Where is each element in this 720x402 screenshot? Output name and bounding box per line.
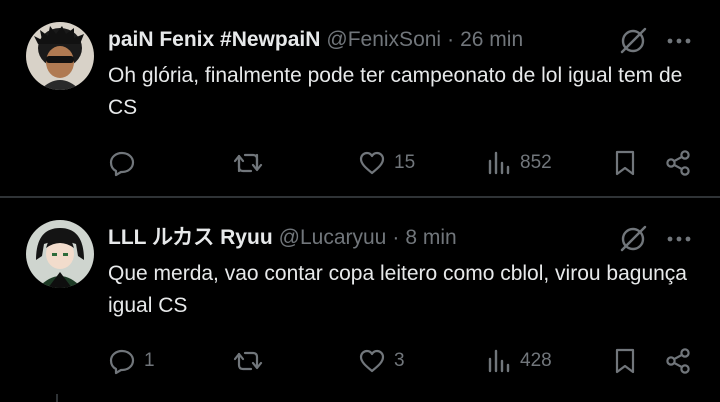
share-icon [666,150,690,176]
tweet-actions: 15 852 [108,146,698,180]
views-count: 428 [520,350,552,371]
reply-icon [109,349,135,375]
retweet-button[interactable] [232,344,272,378]
views-button[interactable]: 428 [486,344,552,378]
views-icon [488,151,510,175]
author-name[interactable]: LLL ルカス Ryuu [108,226,273,249]
grok-icon [620,225,647,252]
bookmark-icon [615,348,635,374]
timestamp[interactable]: 26 min [460,28,523,51]
tweet-text: Oh glória, finalmente pode ter campeonat… [108,64,683,119]
tweet[interactable]: LLL ルカス Ryuu @Lucaryuu · 8 min Que merda, v… [0,198,720,394]
share-button[interactable] [664,146,692,180]
separator-dot: · [392,226,400,249]
timestamp[interactable]: 8 min [405,226,456,249]
views-count: 852 [520,152,552,173]
share-button[interactable] [664,344,692,378]
author-handle[interactable]: @FenixSoni [326,28,441,51]
next-tweet-edge [0,394,720,402]
like-count: 15 [394,152,416,173]
grok-button[interactable] [614,22,652,60]
tweet[interactable]: paiN Fenix #NewpaiN @FenixSoni · 26 min Oh … [0,0,720,196]
bookmark-button[interactable] [612,146,638,180]
reply-button[interactable] [108,146,144,180]
like-icon [359,349,385,373]
more-icon [667,38,691,44]
tweet-text: Que merda, vao contar copa leitero como … [108,262,687,317]
like-button[interactable]: 3 [358,344,405,378]
author-handle[interactable]: @Lucaryuu [279,226,387,249]
more-icon [667,236,691,242]
like-button[interactable]: 15 [358,146,415,180]
retweet-icon [233,351,263,371]
more-options-button[interactable] [660,22,698,60]
tweet-header: paiN Fenix #NewpaiN @FenixSoni · 26 min [108,26,590,54]
reply-button[interactable]: 1 [108,344,155,378]
views-icon [488,349,510,373]
bookmark-icon [615,150,635,176]
separator-dot: · [447,28,455,51]
grok-icon [620,27,647,54]
reply-count: 1 [144,350,155,371]
like-icon [359,151,385,175]
avatar[interactable] [26,220,94,288]
tweet-header: LLL ルカス Ryuu @Lucaryuu · 8 min [108,224,590,252]
retweet-icon [233,153,263,173]
author-name[interactable]: paiN Fenix #NewpaiN [108,28,320,51]
grok-button[interactable] [614,220,652,258]
avatar[interactable] [26,22,94,90]
bookmark-button[interactable] [612,344,638,378]
share-icon [666,348,690,374]
views-button[interactable]: 852 [486,146,552,180]
more-options-button[interactable] [660,220,698,258]
retweet-button[interactable] [232,146,272,180]
reply-icon [109,151,135,177]
tweet-actions: 1 3 428 [108,344,698,378]
like-count: 3 [394,350,405,371]
